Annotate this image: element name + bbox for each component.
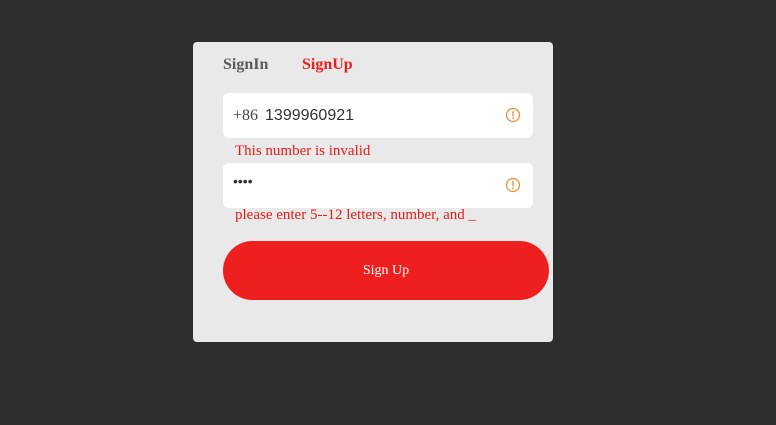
password-field[interactable] <box>223 163 533 208</box>
phone-input[interactable] <box>265 106 486 125</box>
password-input[interactable] <box>233 173 483 189</box>
tab-signin[interactable]: SignIn <box>223 56 268 74</box>
signup-card: SignIn SignUp +86 This number is invalid… <box>193 42 553 342</box>
warning-icon <box>505 177 521 193</box>
warning-icon <box>505 107 521 123</box>
tab-signup[interactable]: SignUp <box>302 56 353 74</box>
country-code-selector[interactable]: +86 <box>233 107 258 125</box>
phone-field[interactable]: +86 <box>223 93 533 138</box>
sign-up-button[interactable]: Sign Up <box>223 241 549 300</box>
phone-error-message: This number is invalid <box>235 143 371 159</box>
password-error-message: please enter 5--12 letters, number, and … <box>235 207 476 223</box>
